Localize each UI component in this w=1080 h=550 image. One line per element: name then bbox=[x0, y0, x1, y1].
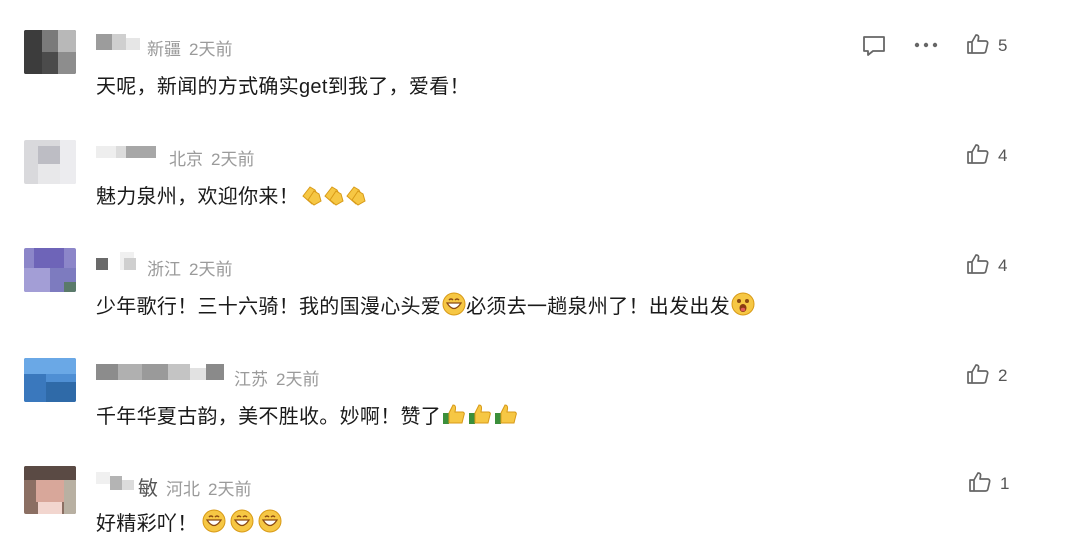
comment-region: 浙江 bbox=[147, 260, 181, 279]
thumbs-up-icon bbox=[967, 364, 989, 384]
like-button[interactable] bbox=[966, 142, 990, 171]
comment-time: 2天前 bbox=[276, 370, 320, 389]
username-blurred[interactable] bbox=[96, 470, 136, 492]
thumbs-up-icon bbox=[967, 254, 989, 274]
avatar[interactable] bbox=[24, 140, 76, 184]
username-visible[interactable]: 敏 bbox=[138, 478, 158, 500]
thumbs-up-icon bbox=[967, 34, 989, 54]
username-blurred[interactable] bbox=[96, 142, 156, 164]
comment-text: 魅力泉州，欢迎你来！ bbox=[96, 180, 366, 212]
comment-region: 河北 bbox=[166, 480, 200, 499]
like-count: 4 bbox=[998, 146, 1008, 165]
comment-text-body: 少年歌行！三十六骑！我的国漫心头爱 bbox=[96, 296, 442, 318]
comment-text: 好精彩吖！ bbox=[96, 507, 282, 539]
like-count: 2 bbox=[998, 366, 1008, 385]
thumbs-up-icon bbox=[969, 472, 991, 492]
comment-meta: 浙江 2天前 bbox=[147, 255, 232, 280]
comment-meta: 江苏 2天前 bbox=[234, 365, 319, 390]
comment-text-body-continued: 必须去一趟泉州了！出发出发 bbox=[466, 296, 731, 318]
more-options-icon[interactable] bbox=[913, 36, 939, 59]
comment-time: 2天前 bbox=[211, 150, 255, 169]
comment-time: 2天前 bbox=[189, 40, 233, 59]
comment-text-body: 魅力泉州，欢迎你来！ bbox=[96, 186, 299, 208]
comment-text-body: 好精彩吖！ bbox=[96, 513, 198, 535]
thumbs-up-emoji bbox=[442, 402, 520, 432]
comment-item: 江苏 2天前 千年华夏古韵，美不胜收。妙啊！赞了 2 bbox=[0, 330, 1080, 440]
surprised-face-emoji bbox=[731, 292, 755, 322]
comment-item: 北京 2天前 魅力泉州，欢迎你来！ 4 bbox=[0, 110, 1080, 220]
comment-region: 北京 bbox=[169, 150, 203, 169]
avatar[interactable] bbox=[24, 466, 76, 514]
comment-region: 新疆 bbox=[147, 40, 181, 59]
comment-meta: 新疆 2天前 bbox=[147, 35, 232, 60]
comment-meta: 北京 2天前 bbox=[169, 145, 254, 170]
like-button[interactable] bbox=[968, 470, 992, 499]
like-count: 4 bbox=[998, 256, 1008, 275]
like-count: 1 bbox=[1000, 474, 1010, 493]
comment-text: 天呢，新闻的方式确实get到我了，爱看！ bbox=[96, 76, 470, 98]
like-button[interactable] bbox=[966, 252, 990, 281]
avatar[interactable] bbox=[24, 358, 76, 402]
comment-text: 少年歌行！三十六骑！我的国漫心头爱 必须去一趟泉州了！出发出发 bbox=[96, 290, 755, 322]
thumbs-up-icon bbox=[967, 144, 989, 164]
comment-text: 千年华夏古韵，美不胜收。妙啊！赞了 bbox=[96, 400, 520, 432]
comment-region: 江苏 bbox=[234, 370, 268, 389]
username-blurred[interactable] bbox=[96, 252, 140, 274]
like-count: 5 bbox=[998, 36, 1008, 55]
grinning-face-emoji bbox=[442, 292, 466, 322]
comment-item: 浙江 2天前 少年歌行！三十六骑！我的国漫心头爱 必须去一趟泉州了！出发出发 4 bbox=[0, 220, 1080, 330]
reply-icon[interactable] bbox=[861, 34, 887, 63]
clapping-hands-emoji bbox=[300, 182, 366, 212]
grinning-face-emoji bbox=[202, 509, 282, 539]
avatar[interactable] bbox=[24, 248, 76, 292]
comment-time: 2天前 bbox=[189, 260, 233, 279]
like-button[interactable] bbox=[966, 362, 990, 391]
like-button[interactable] bbox=[966, 32, 990, 61]
username-blurred[interactable] bbox=[96, 32, 142, 54]
comment-item: 新疆 2天前 天呢，新闻的方式确实get到我了，爱看！ 5 bbox=[0, 0, 1080, 110]
avatar[interactable] bbox=[24, 30, 76, 74]
comment-text-body: 千年华夏古韵，美不胜收。妙啊！赞了 bbox=[96, 406, 442, 428]
username-blurred[interactable] bbox=[96, 362, 226, 384]
comment-item: 敏河北 2天前 好精彩吖！ 1 bbox=[0, 440, 1080, 550]
comment-meta: 敏河北 2天前 bbox=[138, 472, 251, 501]
comment-time: 2天前 bbox=[208, 480, 252, 499]
